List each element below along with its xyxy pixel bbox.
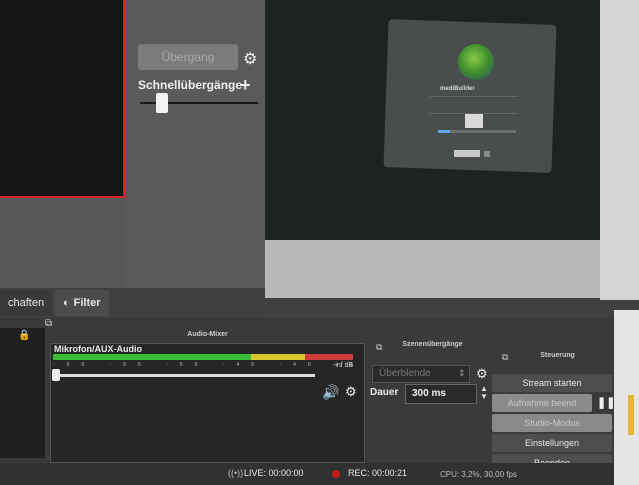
select-arrows-icon[interactable]: ⇕ (458, 368, 466, 379)
speaker-icon[interactable]: 🔊 (322, 384, 339, 401)
dialog-text-lines (430, 96, 518, 114)
program-edge (600, 0, 639, 300)
live-timer: LIVE: 00:00:00 (244, 468, 304, 478)
cpu-readout: CPU: 3,2%, 30,00 fps (440, 470, 517, 479)
volume-slider[interactable] (53, 374, 315, 377)
edge-accent (628, 395, 634, 435)
tab-properties[interactable]: chaften (0, 290, 53, 316)
duration-input[interactable]: 300 ms (405, 384, 477, 404)
controls-header: Steuerung (540, 352, 575, 359)
pause-icon[interactable]: ❚❚ (597, 396, 615, 409)
t-bar-handle[interactable] (156, 93, 168, 113)
audio-level-readout: -inf dB (333, 362, 354, 369)
dialog-button (454, 150, 480, 157)
settings-button[interactable]: Einstellungen (492, 434, 612, 452)
gear-icon[interactable]: ⚙ (345, 384, 357, 400)
scene-transitions-header: Szenenübergänge (402, 341, 463, 348)
tab-filters[interactable]: ◐ Filter (55, 290, 109, 316)
tab-filters-label: Filter (73, 297, 101, 309)
undock-icon[interactable]: ⧉ (45, 318, 52, 329)
preview-scene-canvas[interactable] (0, 0, 125, 198)
app-logo-icon (458, 44, 494, 80)
dialog-button-secondary (484, 151, 490, 157)
broadcast-icon: ((•)) (228, 468, 244, 478)
volume-slider-handle[interactable] (52, 369, 60, 381)
dialog-title: mediBuilder (440, 86, 475, 92)
dialog-progress-fill (438, 130, 450, 133)
transition-select[interactable]: Überblende (372, 365, 470, 383)
transition-button[interactable]: Übergang (138, 44, 238, 70)
sources-dock (0, 328, 45, 458)
status-bar (0, 463, 639, 485)
studio-mode-button[interactable]: Studio-Modus (492, 414, 612, 432)
duration-label: Dauer (370, 387, 399, 398)
meter-tick-labels: -60 -55 -50 -45 -40 -35 -30 -25 -20 -15 … (53, 362, 353, 368)
rec-timer: REC: 00:00:21 (348, 468, 408, 478)
audio-track-name: Mikrofon/AUX-Audio (54, 344, 142, 354)
preview-background (0, 198, 125, 288)
obs-window: Übergang ⚙ Schnellübergänge + mediBuilde… (0, 0, 639, 485)
plus-icon[interactable]: + (240, 76, 251, 94)
audio-level-meter (53, 354, 353, 360)
start-stream-button[interactable]: Stream starten (492, 374, 612, 392)
lock-icon[interactable]: 🔒 (18, 330, 30, 341)
record-indicator-icon (332, 470, 340, 478)
quick-transitions-label: Schnellübergänge (138, 78, 243, 92)
window-edge (614, 310, 639, 485)
stop-recording-button[interactable]: Aufnahme beend (492, 394, 592, 412)
audio-mixer-header: Audio-Mixer (187, 331, 228, 338)
spin-arrows-icon[interactable]: ▲ ▼ (480, 385, 488, 401)
audio-mixer-panel (50, 343, 365, 463)
gear-icon[interactable]: ⚙ (243, 52, 257, 68)
gear-icon[interactable]: ⚙ (476, 366, 488, 382)
disk-icon (465, 114, 483, 128)
filter-icon: ◐ (63, 297, 70, 309)
